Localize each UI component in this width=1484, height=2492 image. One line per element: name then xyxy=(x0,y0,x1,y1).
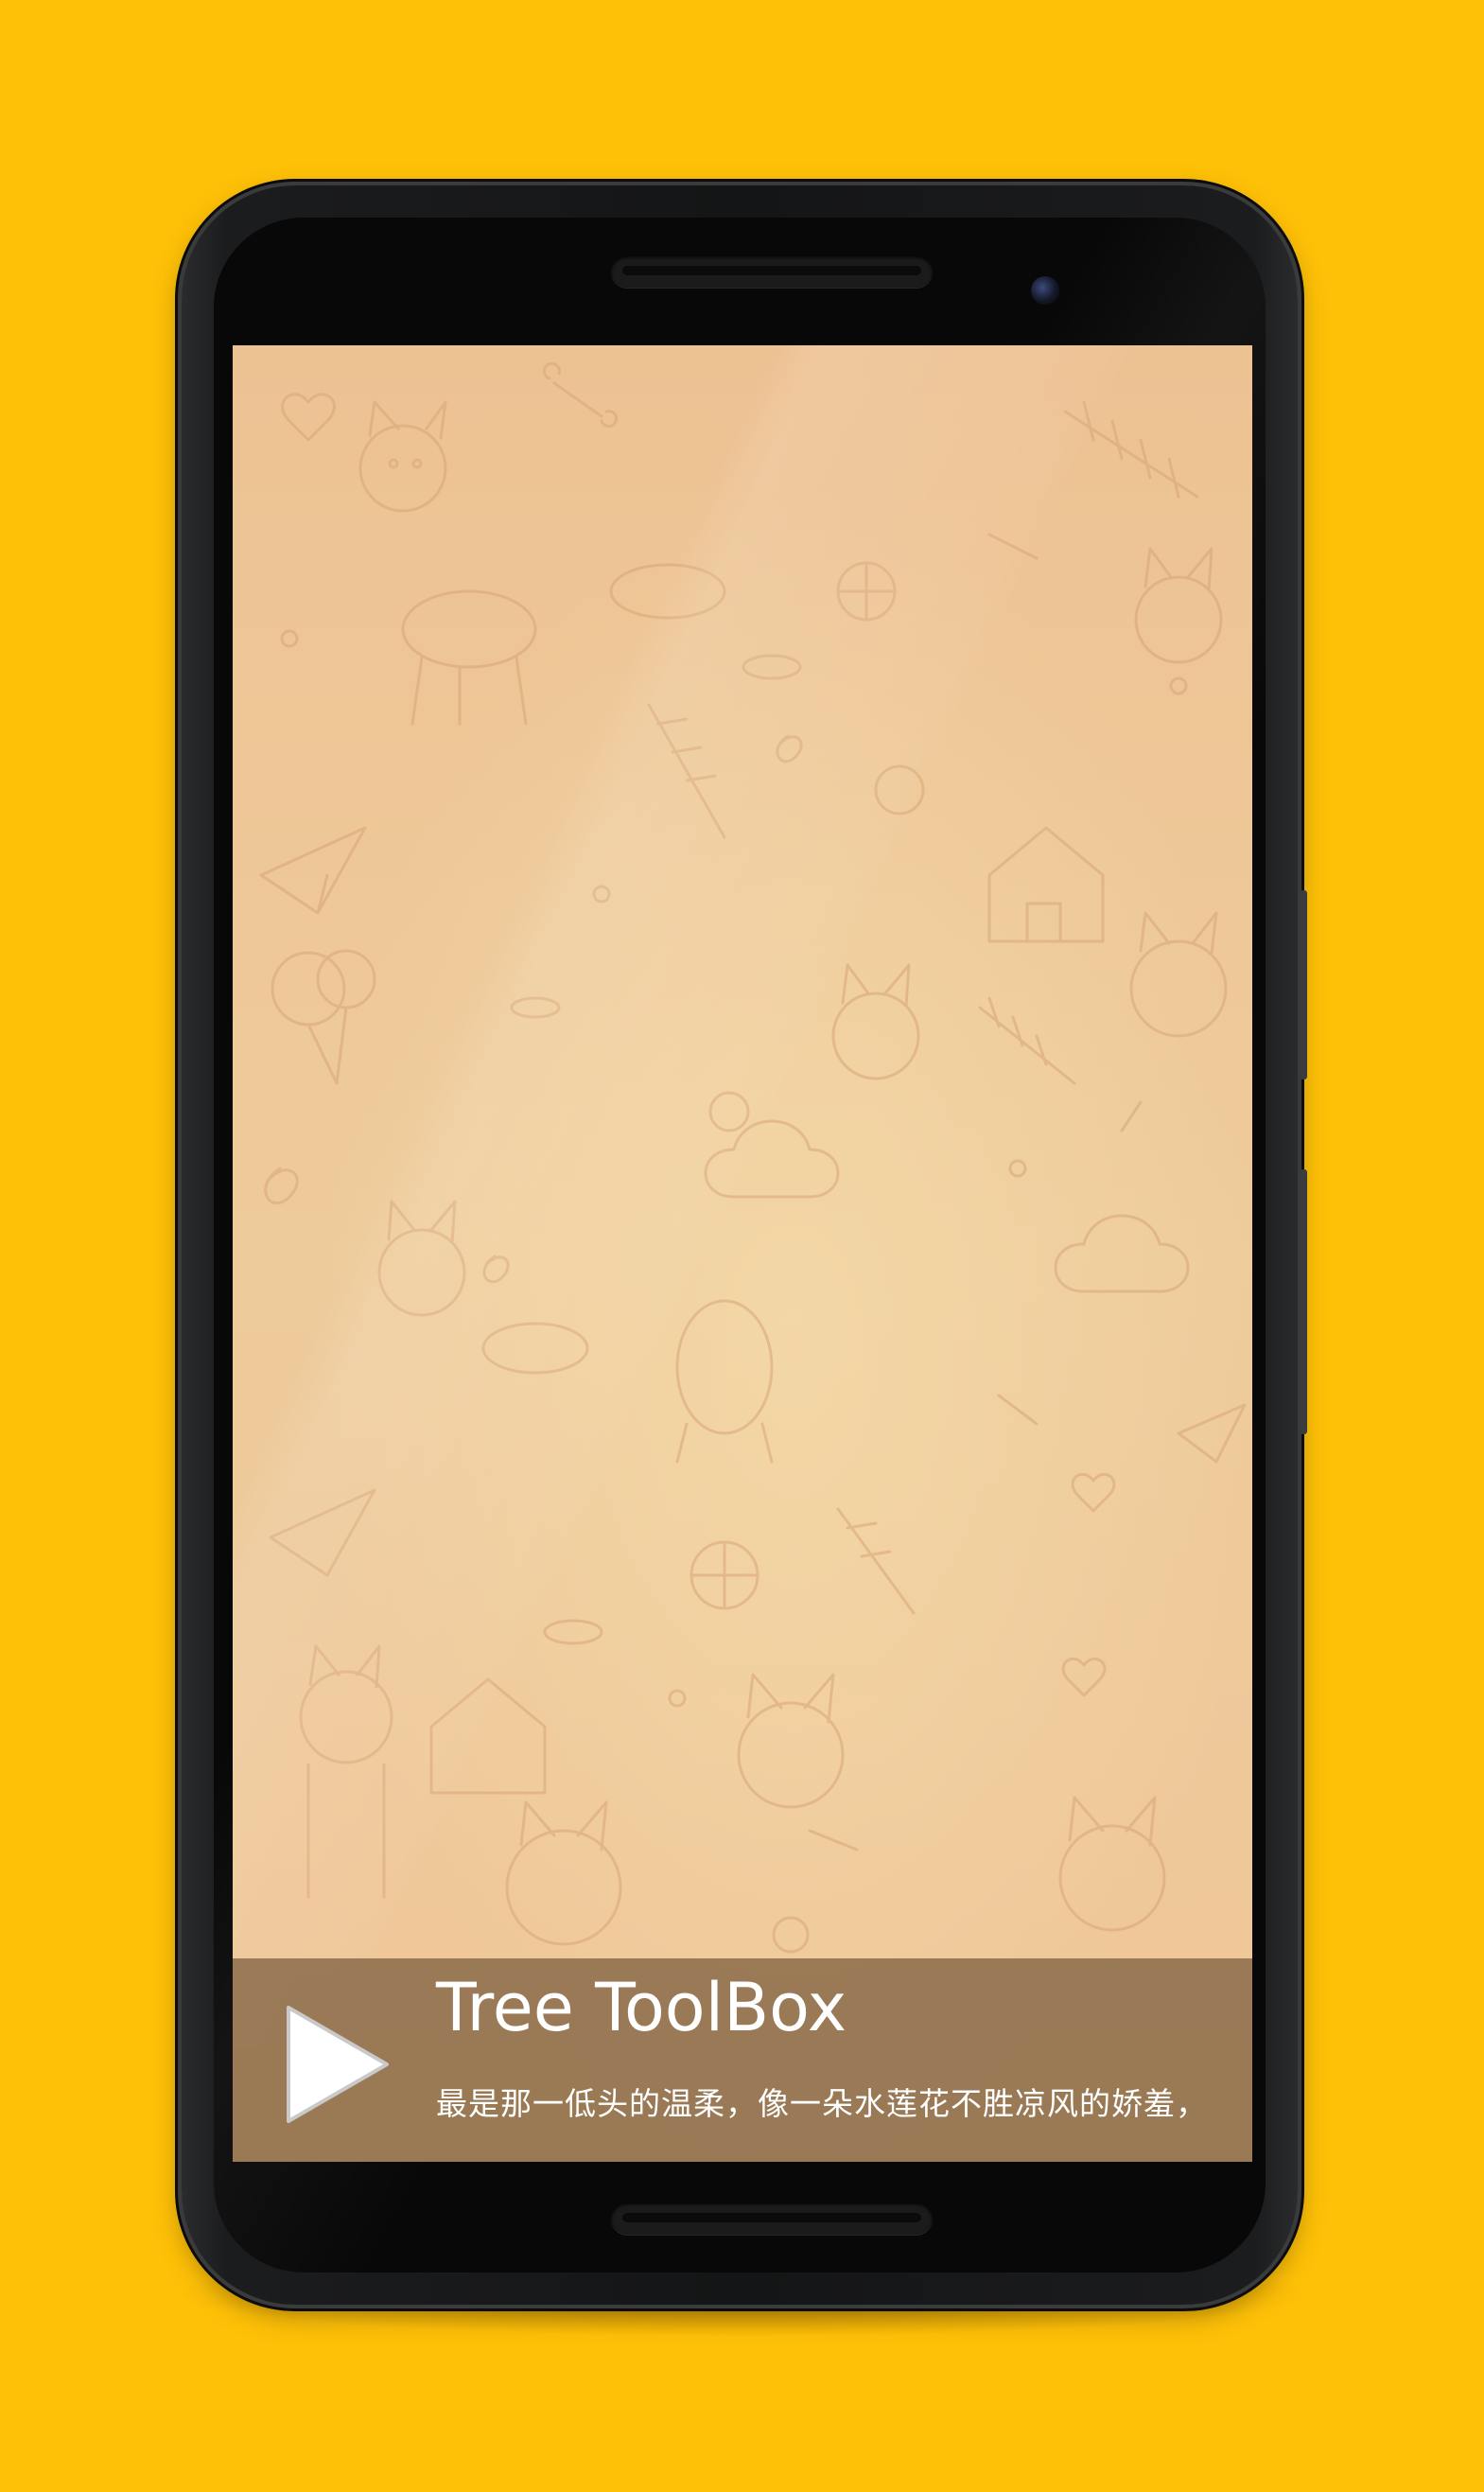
paper-plane-doodle xyxy=(259,826,367,915)
yarn-doodle xyxy=(708,1091,750,1132)
fishbone-doodle xyxy=(647,703,726,839)
doodle-pattern xyxy=(259,361,1247,1954)
player-bar[interactable]: Tree ToolBox 最是那一低头的温柔，像一朵水莲花不胜凉风的娇羞， xyxy=(233,1958,1252,2162)
fishbone-doodle xyxy=(978,996,1076,1085)
doghouse-doodle xyxy=(987,826,1105,943)
swirl-doodle xyxy=(776,734,803,763)
bowl-doodle xyxy=(609,563,726,620)
collar-doodle xyxy=(543,1619,603,1645)
cat-doodle xyxy=(358,400,447,513)
cat-doodle xyxy=(1134,547,1223,664)
front-camera xyxy=(1031,276,1059,305)
dog-doodle xyxy=(675,1299,774,1464)
cat-doodle xyxy=(377,1200,466,1317)
cat-doodle xyxy=(505,1800,622,1946)
bone-doodle xyxy=(1120,1100,1143,1132)
bottom-speaker-grille xyxy=(611,2202,933,2235)
bone-doodle xyxy=(808,1829,859,1851)
bone-doodle xyxy=(997,1394,1039,1426)
app-screen: Tree ToolBox 最是那一低头的温柔，像一朵水莲花不胜凉风的娇羞， xyxy=(233,345,1252,2162)
cat-doodle xyxy=(299,1644,393,1899)
bowl-doodle xyxy=(481,1322,589,1375)
power-button xyxy=(1300,1169,1307,1434)
doghouse-doodle xyxy=(429,1677,547,1795)
cat-doodle xyxy=(831,963,920,1080)
cloud-doodle xyxy=(704,1119,840,1199)
track-title: Tree ToolBox xyxy=(436,1969,847,2046)
heart-doodle xyxy=(1071,1472,1116,1513)
collar-doodle xyxy=(742,654,802,680)
paw-doodle xyxy=(668,1689,687,1708)
cat-doodle xyxy=(1129,911,1228,1038)
balloon-doodle xyxy=(316,949,376,1009)
swirl-doodle xyxy=(264,1167,299,1204)
dog-doodle xyxy=(401,589,537,726)
fishbone-doodle xyxy=(1063,400,1199,499)
paw-doodle xyxy=(1008,1159,1027,1178)
paw-doodle xyxy=(592,885,611,904)
bone-doodle xyxy=(543,361,619,428)
bone-doodle xyxy=(987,533,1039,560)
cloud-doodle xyxy=(1054,1214,1190,1293)
stage: Tree ToolBox 最是那一低头的温柔，像一朵水莲花不胜凉风的娇羞， xyxy=(0,0,1484,2492)
play-icon[interactable] xyxy=(275,1998,398,2131)
fishbone-doodle xyxy=(836,1507,916,1615)
collar-doodle xyxy=(510,996,561,1019)
paw-doodle xyxy=(1169,676,1188,695)
paw-doodle xyxy=(280,629,299,648)
volume-button xyxy=(1300,890,1307,1079)
heart-doodle xyxy=(1061,1657,1107,1697)
cat-doodle xyxy=(1058,1796,1166,1932)
paper-plane-doodle xyxy=(269,1488,376,1577)
top-speaker-grille xyxy=(611,255,933,288)
yarn-doodle xyxy=(874,764,925,816)
cat-doodle xyxy=(737,1673,845,1809)
swirl-doodle xyxy=(482,1255,510,1284)
track-subtitle: 最是那一低头的温柔，像一朵水莲花不胜凉风的娇羞， xyxy=(436,2085,1208,2122)
balloon-doodle xyxy=(271,951,346,1027)
heart-doodle xyxy=(281,393,336,442)
yarn-doodle xyxy=(772,1916,810,1954)
paper-plane-doodle xyxy=(1177,1403,1247,1464)
